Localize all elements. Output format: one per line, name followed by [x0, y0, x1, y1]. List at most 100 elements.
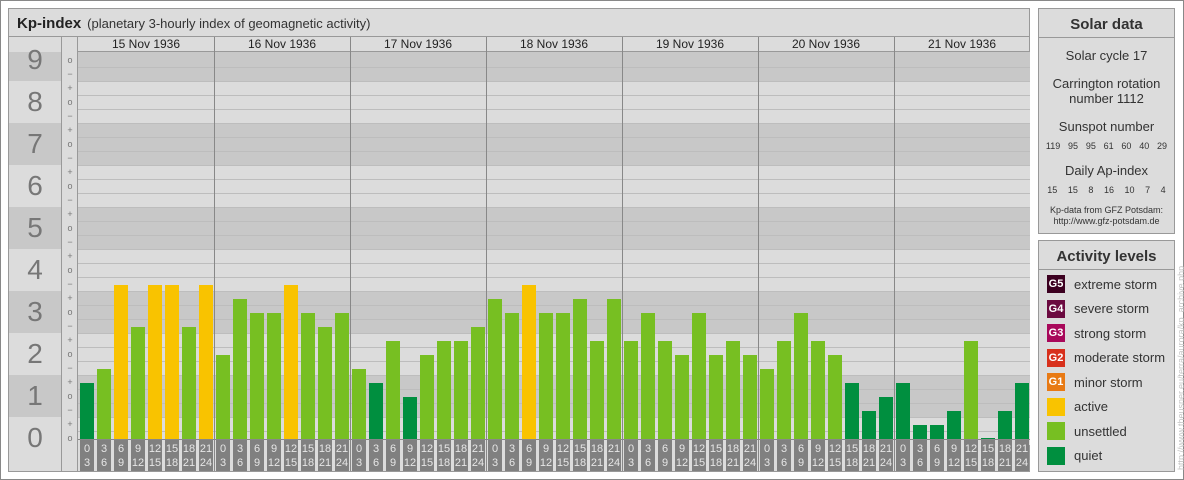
kp-bar	[879, 397, 893, 439]
solar-data-panel: Solar data Solar cycle 17 Carrington rot…	[1038, 8, 1175, 234]
activity-levels-title: Activity levels	[1039, 241, 1174, 270]
gridline	[78, 249, 1030, 250]
carrington-line2: number 1112	[1069, 91, 1144, 106]
time-slot-label: 69	[522, 440, 536, 471]
kp-bar	[930, 425, 944, 439]
legend-swatch	[1047, 397, 1065, 416]
watermark: http://www.theusner.eu/terra/aurora/kp_a…	[1176, 265, 1184, 470]
time-slot-label: 12 15	[692, 440, 706, 471]
legend-swatch	[1047, 446, 1065, 465]
time-slot-hour: 15	[301, 443, 315, 455]
sub-tick-label: +	[67, 125, 73, 135]
kp-bar	[692, 313, 706, 439]
time-slot-label: 15 18	[165, 440, 179, 471]
kp-bar	[301, 313, 315, 439]
source-link[interactable]: http://www.gfz-potsdam.de	[1039, 216, 1174, 227]
sub-tick-label: o	[67, 97, 73, 107]
gridline	[78, 179, 1030, 180]
sunspot-value: 40	[1139, 141, 1150, 151]
time-slot-hour: 18	[998, 443, 1012, 455]
time-slot-label: 9 12	[267, 440, 281, 471]
time-slot-label: 36	[369, 440, 383, 471]
time-slot-hour: 18	[862, 443, 876, 455]
time-slot-hour: 15	[845, 443, 859, 455]
y-tick-label: 6	[27, 170, 43, 201]
gridline	[78, 67, 1030, 68]
legend-label: minor storm	[1074, 374, 1143, 390]
legend-label: strong storm	[1074, 325, 1147, 341]
time-slot-hour: 3	[508, 443, 516, 455]
sunspot-value: 95	[1085, 141, 1096, 151]
kp-bar	[675, 355, 689, 439]
time-slot-hour: 21	[1015, 443, 1029, 455]
kp-bar	[522, 285, 536, 439]
legend-item: G5 extreme storm	[1047, 275, 1157, 293]
time-slot-hour: 18	[454, 443, 468, 455]
time-slot-hour: 0	[627, 443, 635, 455]
gridline	[78, 333, 1030, 334]
gridline	[78, 291, 1030, 292]
time-slot-label: 36	[913, 440, 927, 471]
time-slot-label: 69	[794, 440, 808, 471]
time-slot-hour: 21	[454, 457, 468, 469]
time-slot-hour: 12	[131, 457, 145, 469]
time-slot-hour: 15	[284, 457, 298, 469]
time-slot-hour: 15	[828, 457, 842, 469]
kp-bar	[760, 369, 774, 439]
sub-tick-label: o	[67, 55, 73, 65]
time-slot-hour: 15	[165, 443, 179, 455]
sub-tick-label: +	[67, 293, 73, 303]
ap-value: 15	[1067, 185, 1078, 195]
time-slot-hour: 18	[590, 443, 604, 455]
kp-bar	[743, 355, 757, 439]
time-slot-label: 15 18	[981, 440, 995, 471]
kp-bar	[811, 341, 825, 439]
day-label: 19 Nov 1936	[655, 37, 725, 51]
time-slot-hour: 18	[981, 457, 995, 469]
time-slot-label: 36	[97, 440, 111, 471]
time-slot-hour: 9	[814, 443, 822, 455]
time-slot-hour: 6	[780, 457, 788, 469]
kp-bar	[607, 299, 621, 439]
kp-bar	[981, 438, 995, 439]
kp-bar	[471, 327, 485, 439]
sub-tick-label: +	[67, 209, 73, 219]
legend-label: active	[1074, 399, 1108, 414]
kp-panel: 0 1 2 3 4 5 6 7 8 9 o + − o + − o + − o + − o + − o + − o + − o + − o + − o 15…	[8, 8, 1030, 472]
time-slot-hour: 9	[406, 443, 414, 455]
time-slot-hour: 6	[508, 457, 516, 469]
time-slot-label: 69	[658, 440, 672, 471]
time-slot-label: 03	[896, 440, 910, 471]
time-slot-hour: 24	[199, 457, 213, 469]
y-tick-label: 4	[27, 254, 43, 285]
time-slot-hour: 12	[964, 443, 978, 455]
time-slot-hour: 12	[556, 443, 570, 455]
sub-tick-label: o	[67, 265, 73, 275]
time-slot-hour: 6	[525, 443, 533, 455]
gridline	[78, 347, 1030, 348]
time-slot-hour: 6	[372, 457, 380, 469]
kp-bar	[267, 313, 281, 439]
time-slot-label: 69	[386, 440, 400, 471]
kp-bar	[199, 285, 213, 439]
sub-tick-label: −	[67, 321, 73, 331]
day-label: 17 Nov 1936	[383, 37, 453, 51]
sub-tick-label: −	[67, 279, 73, 289]
chart-header: Kp-index (planetary 3-hourly index of geo…	[9, 9, 1029, 37]
y-tick-label: 2	[27, 338, 43, 369]
time-slot-hour: 21	[318, 457, 332, 469]
time-slot-hour: 21	[998, 457, 1012, 469]
time-slot-hour: 3	[899, 457, 907, 469]
sub-tick-label: +	[67, 251, 73, 261]
kp-bar	[556, 313, 570, 439]
kp-bar	[335, 313, 349, 439]
sunspot-value: 119	[1045, 141, 1061, 151]
gridline	[78, 319, 1030, 320]
time-slot-hour: 24	[471, 457, 485, 469]
gridline	[78, 81, 1030, 82]
sub-tick-label: o	[67, 223, 73, 233]
time-slot-hour: 9	[542, 443, 550, 455]
time-slot-hour: 3	[644, 443, 652, 455]
time-slot-hour: 15	[420, 457, 434, 469]
gridline	[78, 137, 1030, 138]
